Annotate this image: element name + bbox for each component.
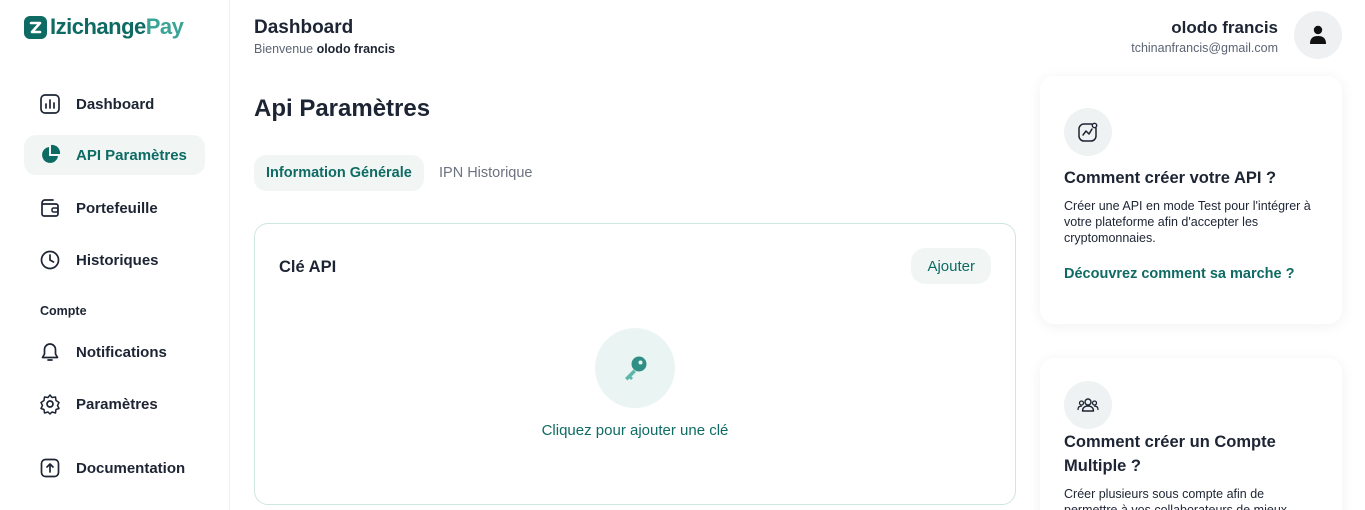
brand-name: IzichangePay [50, 14, 184, 39]
info-card-api: Comment créer votre API ? Créer une API … [1040, 76, 1342, 324]
sidebar-item-label: Notifications [76, 343, 167, 361]
add-key-text[interactable]: Cliquez pour ajouter une clé [255, 422, 1015, 439]
key-icon [625, 356, 647, 381]
card-title: Clé API [279, 258, 337, 276]
info-card-desc: Créer plusieurs sous compte afin de perm… [1064, 487, 1288, 510]
clock-icon [39, 249, 61, 271]
header-title: Dashboard [254, 17, 354, 38]
sidebar: IzichangePay Dashboard API Paramètres Po… [0, 0, 230, 510]
welcome-name: olodo francis [316, 42, 396, 56]
api-key-card: Clé API Ajouter Cliquez pour ajouter une… [254, 223, 1016, 505]
add-key-circle[interactable] [595, 328, 675, 408]
sidebar-item-historiques[interactable]: Historiques [24, 240, 205, 280]
tab-information-generale[interactable]: Information Générale [254, 155, 424, 191]
avatar[interactable] [1294, 11, 1342, 59]
upload-doc-icon [39, 457, 61, 479]
sidebar-item-label: API Paramètres [76, 146, 187, 164]
learn-more-link[interactable]: Découvrez comment sa marche ? [1064, 266, 1294, 282]
page-title: Api Paramètres [254, 95, 431, 122]
tab-ipn-historique[interactable]: IPN Historique [427, 155, 544, 191]
info-card-desc: Créer une API en mode Test pour l'intégr… [1064, 199, 1311, 245]
sidebar-item-parametres[interactable]: Paramètres [24, 384, 205, 424]
user-name: olodo francis [1171, 18, 1278, 37]
info-card-title: Comment créer un Compte Multiple ? [1064, 433, 1276, 475]
header-welcome: Bienvenue olodo francis [254, 42, 395, 56]
sidebar-item-label: Documentation [76, 459, 186, 477]
sidebar-section-label: Compte [40, 304, 87, 318]
info-card-multi-account: Comment créer un Compte Multiple ? Créer… [1040, 358, 1342, 510]
bar-chart-icon [39, 93, 61, 115]
wallet-icon [39, 197, 61, 219]
sidebar-item-label: Paramètres [76, 395, 158, 413]
chart-analytics-icon [1064, 108, 1112, 156]
sidebar-item-portefeuille[interactable]: Portefeuille [24, 188, 205, 228]
sidebar-item-documentation[interactable]: Documentation [24, 448, 205, 488]
sidebar-item-dashboard[interactable]: Dashboard [24, 84, 205, 124]
users-icon [1064, 381, 1112, 429]
pie-chart-icon [39, 144, 61, 166]
sidebar-item-label: Portefeuille [76, 199, 158, 217]
brand-logo[interactable]: IzichangePay [24, 14, 184, 39]
user-email: tchinanfrancis@gmail.com [1131, 41, 1278, 55]
welcome-text: Bienvenue [254, 42, 314, 56]
sidebar-item-label: Historiques [76, 251, 159, 269]
add-key-button[interactable]: Ajouter [911, 248, 991, 284]
bell-icon [39, 341, 61, 363]
sidebar-item-label: Dashboard [76, 95, 155, 113]
sidebar-item-notifications[interactable]: Notifications [24, 332, 205, 372]
sidebar-item-api-parametres[interactable]: API Paramètres [24, 135, 205, 175]
user-icon [1310, 25, 1326, 44]
info-card-title: Comment créer votre API ? [1064, 169, 1277, 187]
gear-icon [39, 393, 61, 415]
logo-mark-icon [24, 15, 47, 39]
